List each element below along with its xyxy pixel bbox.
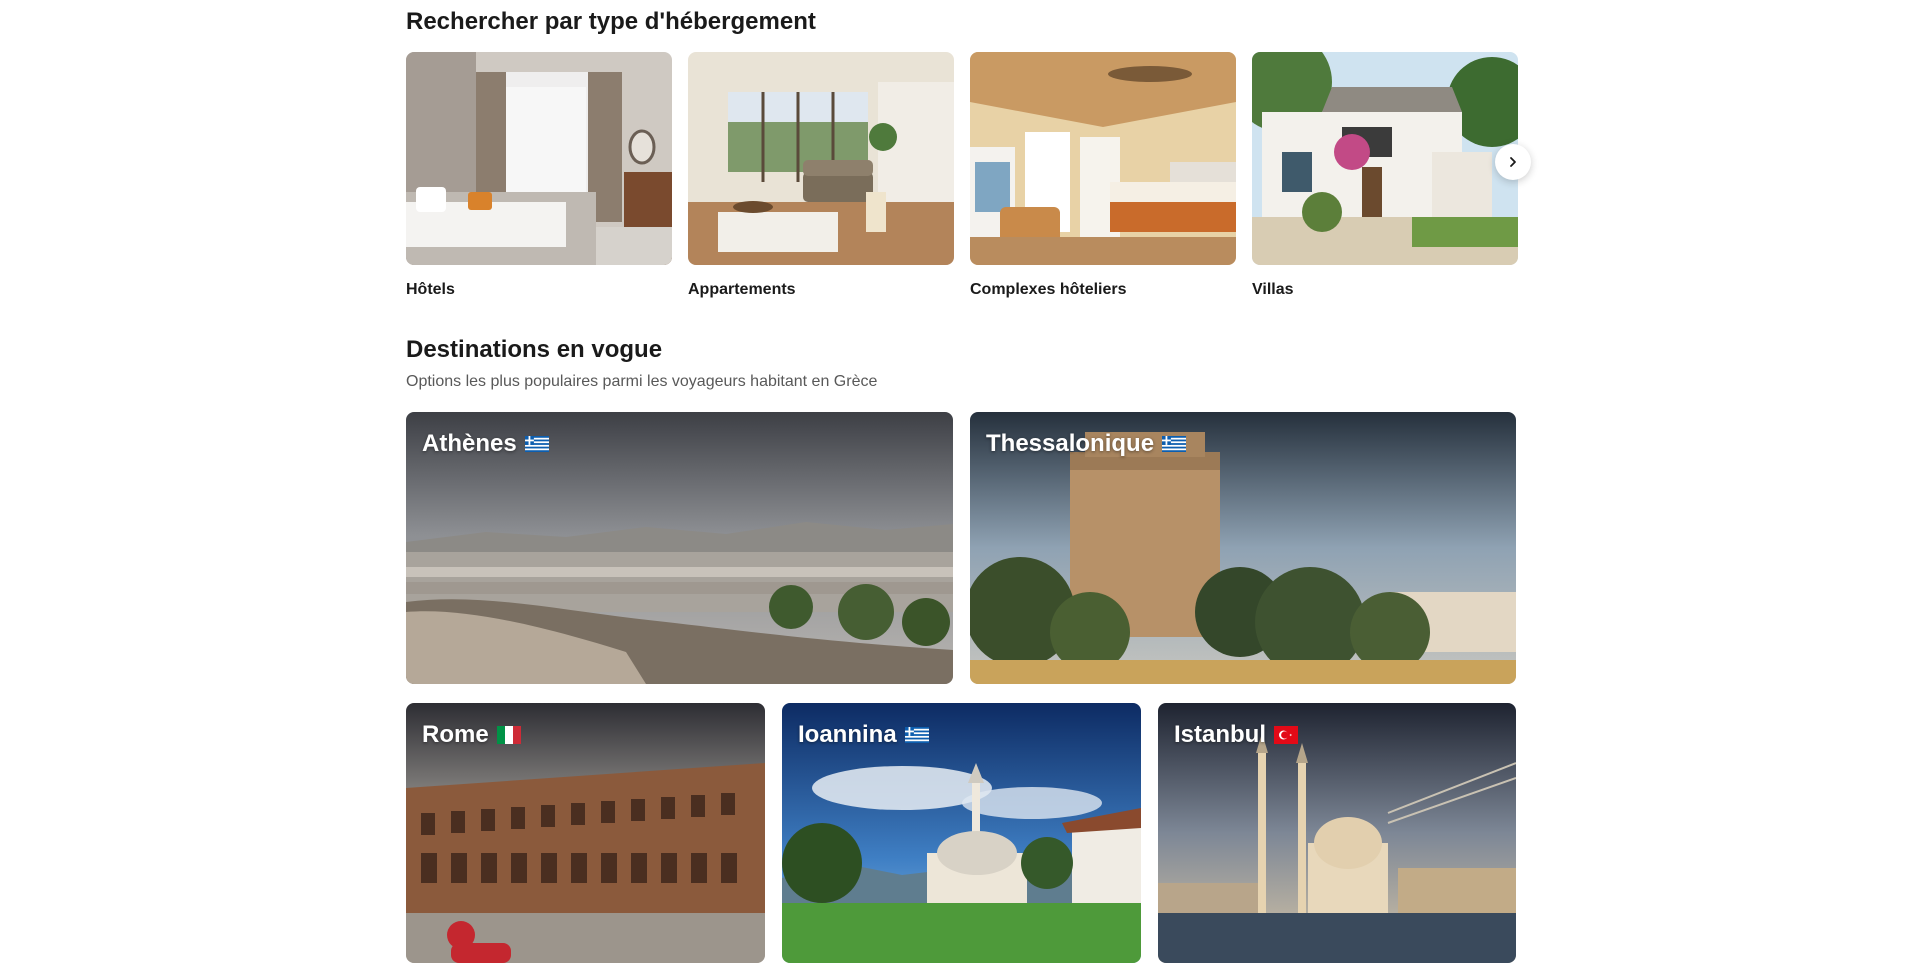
destination-name: Rome [422, 721, 489, 748]
destination-name: Athènes [422, 430, 517, 457]
destination-card-istanbul[interactable]: Istanbul [1158, 703, 1516, 963]
property-type-card-villas[interactable]: Villas [1252, 52, 1518, 299]
destination-name: Ioannina [798, 721, 897, 748]
greece-flag-icon [524, 436, 549, 452]
hotels-image[interactable] [406, 52, 672, 265]
destination-card-thessaloniki[interactable]: Thessalonique [970, 412, 1516, 684]
destination-card-ioannina[interactable]: Ioannina [782, 703, 1141, 963]
chevron-right-icon [1510, 157, 1516, 167]
destination-name: Thessalonique [986, 430, 1155, 457]
greece-flag-icon [1162, 436, 1187, 452]
italy-flag-icon [496, 726, 521, 744]
property-type-card-hotels[interactable]: Hôtels [406, 52, 672, 299]
turkey-flag-icon [1274, 726, 1299, 744]
resorts-image[interactable] [970, 52, 1236, 265]
property-type-label: Hôtels [406, 281, 455, 298]
greece-flag-icon [904, 727, 929, 743]
destination-card-athens[interactable]: Athènes [406, 412, 953, 684]
property-type-card-resorts[interactable]: Complexes hôteliers [970, 52, 1236, 299]
trending-heading: Destinations en vogue [406, 336, 663, 363]
property-type-label: Complexes hôteliers [970, 281, 1127, 298]
trending-subtitle: Options les plus populaires parmi les vo… [406, 373, 878, 390]
property-type-label: Villas [1252, 281, 1294, 298]
villas-image[interactable] [1252, 52, 1518, 265]
property-types-heading: Rechercher par type d'hébergement [406, 8, 816, 35]
apartments-image[interactable] [688, 52, 954, 265]
property-type-card-apartments[interactable]: Appartements [688, 52, 954, 299]
property-type-label: Appartements [688, 281, 796, 298]
destination-name: Istanbul [1174, 721, 1267, 748]
carousel-next-button[interactable] [1495, 144, 1531, 180]
destination-card-rome[interactable]: Rome [406, 703, 765, 963]
